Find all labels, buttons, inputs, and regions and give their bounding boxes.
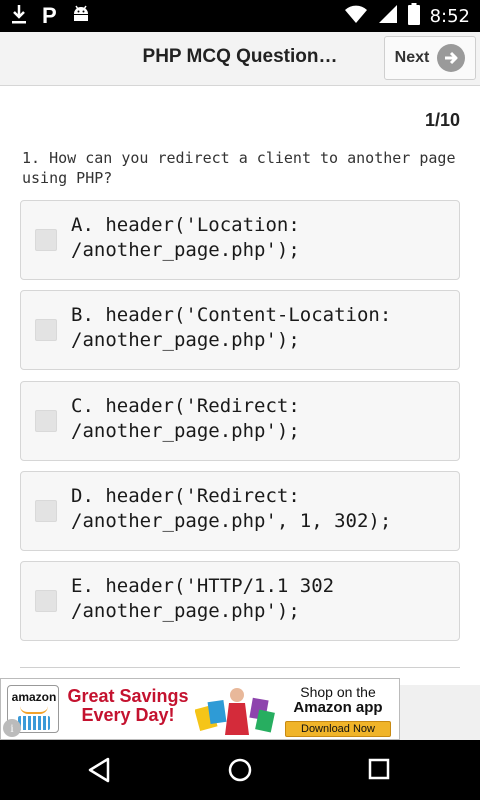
ad-logo-text: amazon xyxy=(11,690,57,704)
option-b[interactable]: B. header('Content-Location: /another_pa… xyxy=(20,290,460,370)
ad-right-line1: Shop on the xyxy=(300,684,376,700)
divider xyxy=(20,667,460,668)
option-b-checkbox[interactable] xyxy=(35,319,57,341)
option-c-text: C. header('Redirect: /another_page.php')… xyxy=(71,395,300,442)
ad-headline-line1: Great Savings xyxy=(67,686,189,706)
p-notification-icon: P xyxy=(42,3,57,28)
option-e-text: E. header('HTTP/1.1 302 /another_page.ph… xyxy=(71,575,335,622)
ad-headline-line2: Every Day! xyxy=(81,705,175,725)
option-a[interactable]: A. header('Location: /another_page.php')… xyxy=(20,200,460,280)
home-icon[interactable] xyxy=(227,757,253,787)
ad-right-text: Shop on the Amazon app xyxy=(281,684,395,716)
download-icon xyxy=(10,3,28,29)
shopping-bags-illustration xyxy=(195,688,275,735)
option-e[interactable]: E. header('HTTP/1.1 302 /another_page.ph… xyxy=(20,561,460,641)
option-b-text: B. header('Content-Location: /another_pa… xyxy=(71,304,392,351)
android-icon xyxy=(71,3,91,29)
ad-background-strip xyxy=(400,685,480,740)
back-icon[interactable] xyxy=(86,756,112,788)
clock: 8:52 xyxy=(429,5,470,27)
notification-icons: P xyxy=(10,4,91,28)
option-a-text: A. header('Location: /another_page.php')… xyxy=(71,214,300,261)
wifi-icon xyxy=(344,4,368,28)
ad-right-line2: Amazon app xyxy=(293,699,383,716)
option-d-text: D. header('Redirect: /another_page.php',… xyxy=(71,485,392,532)
recents-icon[interactable] xyxy=(368,758,390,784)
cart-icon xyxy=(18,716,50,730)
battery-icon xyxy=(407,3,420,29)
signal-icon xyxy=(378,4,398,28)
question-text: 1. How can you redirect a client to anot… xyxy=(22,149,456,187)
question-counter: 1/10 xyxy=(424,110,460,130)
option-d-checkbox[interactable] xyxy=(35,500,57,522)
ad-banner[interactable]: amazon Great Savings Every Day! Shop on … xyxy=(0,678,400,740)
option-c[interactable]: C. header('Redirect: /another_page.php')… xyxy=(20,381,460,461)
option-c-checkbox[interactable] xyxy=(35,410,57,432)
next-button[interactable]: Next xyxy=(384,36,476,80)
option-a-checkbox[interactable] xyxy=(35,229,57,251)
option-d[interactable]: D. header('Redirect: /another_page.php',… xyxy=(20,471,460,551)
download-now-button[interactable]: Download Now xyxy=(285,721,391,737)
arrow-right-icon xyxy=(437,44,466,72)
smile-icon xyxy=(20,706,48,714)
status-bar: P 8:52 xyxy=(0,0,480,32)
system-icons: 8:52 xyxy=(344,3,470,29)
ad-headline: Great Savings Every Day! xyxy=(63,687,193,725)
ad-info-icon[interactable]: i xyxy=(3,719,21,737)
navigation-bar xyxy=(0,740,480,800)
option-e-checkbox[interactable] xyxy=(35,590,57,612)
next-button-label: Next xyxy=(394,49,430,66)
action-bar: PHP MCQ Question… Next xyxy=(0,32,480,86)
ad-right-line2-wrap: Amazon app xyxy=(281,700,395,715)
